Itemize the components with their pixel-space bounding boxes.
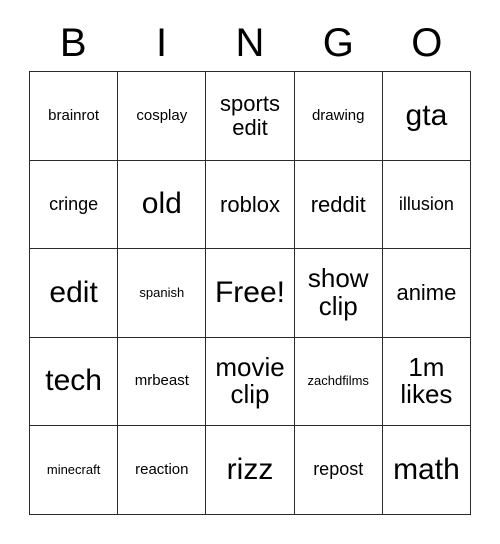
bingo-cell-label: drawing bbox=[311, 106, 365, 124]
bingo-cell[interactable]: reddit bbox=[294, 160, 383, 249]
bingo-header-letter-o: O bbox=[411, 20, 443, 65]
bingo-cell[interactable]: spanish bbox=[118, 249, 207, 338]
bingo-header-row: B I N G O bbox=[29, 14, 471, 71]
bingo-cell[interactable]: minecraft bbox=[30, 426, 119, 515]
bingo-cell-label: reaction bbox=[135, 460, 189, 478]
bingo-cell[interactable]: mrbeast bbox=[118, 337, 207, 426]
bingo-cell-label: old bbox=[141, 187, 182, 221]
bingo-row: edit spanish Free! show clip anime bbox=[30, 249, 472, 338]
bingo-cell[interactable]: show clip bbox=[294, 249, 383, 338]
bingo-cell[interactable]: gta bbox=[382, 72, 472, 161]
bingo-cell-label: movie clip bbox=[215, 351, 285, 410]
bingo-cell[interactable]: zachdfilms bbox=[294, 337, 383, 426]
bingo-cell-label: roblox bbox=[220, 191, 280, 217]
bingo-row: tech mrbeast movie clip zachdfilms 1m li… bbox=[30, 337, 472, 426]
bingo-cell[interactable]: cosplay bbox=[118, 72, 207, 161]
bingo-cell[interactable]: 1m likes bbox=[382, 337, 472, 426]
bingo-row: cringe old roblox reddit illusion bbox=[30, 160, 472, 249]
bingo-cell-label: mrbeast bbox=[134, 372, 189, 390]
bingo-row: brainrot cosplay sports edit drawing gta bbox=[30, 72, 472, 161]
bingo-cell[interactable]: rizz bbox=[206, 426, 295, 515]
bingo-row: minecraft reaction rizz repost math bbox=[30, 426, 472, 515]
bingo-cell-label: spanish bbox=[139, 284, 185, 300]
bingo-header-letter-i: I bbox=[156, 20, 168, 65]
bingo-cell-label: illusion bbox=[398, 193, 454, 214]
bingo-cell[interactable]: old bbox=[118, 160, 207, 249]
bingo-cell-label: math bbox=[393, 452, 460, 486]
bingo-cell-label: show clip bbox=[307, 263, 369, 321]
bingo-cell[interactable]: movie clip bbox=[206, 337, 295, 426]
bingo-cell-label: edit bbox=[49, 275, 98, 309]
bingo-cell-label: cosplay bbox=[136, 106, 188, 124]
bingo-card: B I N G O brainrot cosplay sports edit d… bbox=[29, 14, 472, 515]
bingo-grid: brainrot cosplay sports edit drawing gta… bbox=[29, 71, 472, 515]
bingo-cell[interactable]: sports edit bbox=[206, 72, 295, 161]
bingo-cell-label: Free! bbox=[214, 275, 286, 309]
bingo-header-letter-g: G bbox=[322, 20, 354, 65]
bingo-header-letter-n: N bbox=[235, 20, 265, 65]
bingo-cell-label: zachdfilms bbox=[307, 373, 369, 389]
bingo-cell-label: brainrot bbox=[48, 106, 100, 124]
bingo-cell-label: sports edit bbox=[220, 91, 280, 140]
bingo-cell[interactable]: repost bbox=[294, 426, 383, 515]
bingo-cell-label: reddit bbox=[310, 191, 366, 217]
bingo-cell[interactable]: cringe bbox=[30, 160, 119, 249]
bingo-cell[interactable]: brainrot bbox=[30, 72, 119, 161]
bingo-cell[interactable]: edit bbox=[30, 249, 119, 338]
bingo-cell-label: minecraft bbox=[46, 461, 101, 477]
bingo-cell[interactable]: illusion bbox=[382, 160, 472, 249]
bingo-header-letter-b: B bbox=[59, 20, 87, 65]
bingo-cell-label: gta bbox=[405, 98, 448, 132]
bingo-cell[interactable]: anime bbox=[382, 249, 472, 338]
bingo-cell-label: repost bbox=[313, 459, 364, 480]
bingo-cell-free[interactable]: Free! bbox=[206, 249, 295, 338]
bingo-cell[interactable]: roblox bbox=[206, 160, 295, 249]
bingo-cell-label: rizz bbox=[226, 452, 274, 486]
bingo-cell-label: anime bbox=[396, 280, 457, 306]
bingo-cell[interactable]: math bbox=[382, 426, 472, 515]
bingo-cell-label: 1m likes bbox=[400, 351, 453, 410]
bingo-cell[interactable]: drawing bbox=[294, 72, 383, 161]
bingo-cell[interactable]: reaction bbox=[118, 426, 207, 515]
bingo-cell-label: cringe bbox=[49, 193, 99, 214]
bingo-cell-label: tech bbox=[45, 364, 102, 398]
bingo-cell[interactable]: tech bbox=[30, 337, 119, 426]
